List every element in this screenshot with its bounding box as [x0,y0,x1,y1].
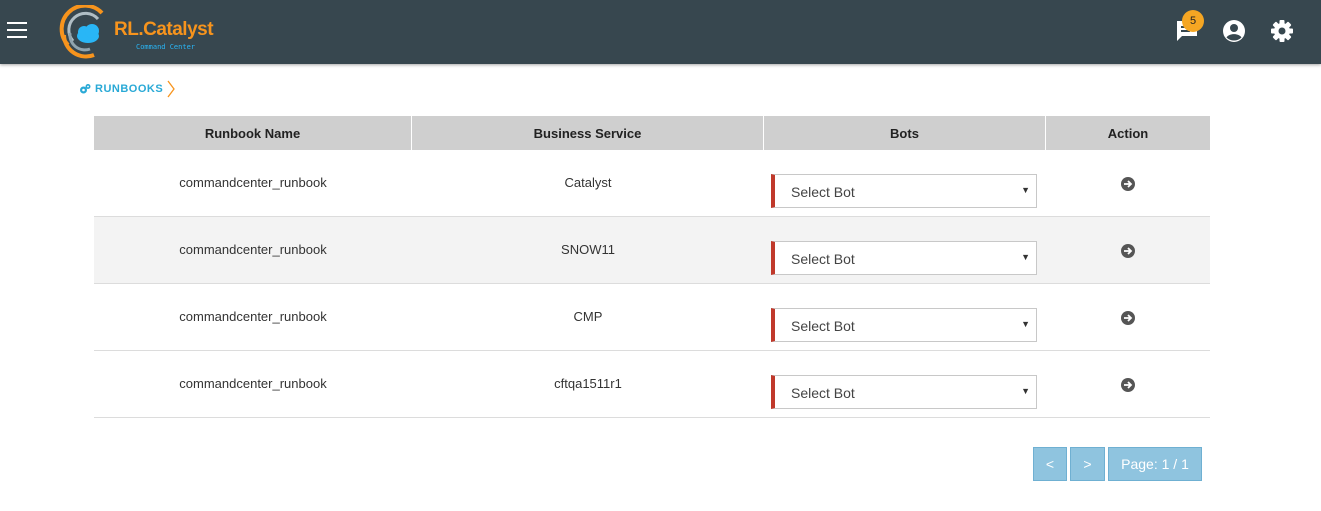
select-bot-dropdown[interactable]: Select Bot ▼ [771,375,1037,409]
logo[interactable]: RL.Catalyst Command Center [58,3,214,59]
runbook-name-cell: commandcenter_runbook [179,376,327,391]
chevron-right-icon [167,80,175,98]
dropdown-caret-icon: ▼ [1021,319,1030,329]
runbook-name-cell: commandcenter_runbook [179,309,327,324]
arrow-right-circle-icon[interactable] [1120,310,1136,326]
column-header-business-service: Business Service [412,116,764,150]
business-service-cell: SNOW11 [561,242,615,257]
runbooks-table: Runbook Name Business Service Bots Actio… [94,116,1210,418]
table-row: commandcenter_runbook SNOW11 Select Bot … [94,217,1210,284]
page-indicator: Page: 1 / 1 [1108,447,1202,481]
logo-brand-text: RL.Catalyst [114,19,214,40]
breadcrumb: RUNBOOKS [79,80,175,98]
prev-page-button[interactable]: < [1033,447,1067,481]
column-header-bots: Bots [764,116,1046,150]
top-app-bar: RL.Catalyst Command Center 5 [0,0,1321,64]
cogs-icon [80,84,91,94]
column-header-action: Action [1107,125,1149,141]
notification-count-badge[interactable]: 5 [1182,10,1204,32]
arrow-right-circle-icon[interactable] [1120,243,1136,259]
account-circle-icon[interactable] [1221,18,1247,44]
logo-tagline: Command Center [136,43,196,51]
table-row: commandcenter_runbook CMP Select Bot ▼ [94,284,1210,351]
table-header: Runbook Name Business Service Bots Actio… [94,116,1210,150]
business-service-cell: cftqa1511r1 [554,376,622,391]
arrow-right-circle-icon[interactable] [1120,176,1136,192]
column-header-runbook-name: Runbook Name [94,116,412,150]
table-row: commandcenter_runbook cftqa1511r1 Select… [94,351,1210,418]
business-service-cell: CMP [573,309,603,324]
runbook-name-cell: commandcenter_runbook [179,242,327,257]
arrow-right-circle-icon[interactable] [1120,377,1136,393]
next-page-button[interactable]: > [1070,447,1105,481]
dropdown-caret-icon: ▼ [1021,185,1030,195]
breadcrumb-runbooks-link[interactable]: RUNBOOKS [95,83,163,95]
logo-mark-icon [59,3,104,59]
dropdown-caret-icon: ▼ [1021,252,1030,262]
select-bot-dropdown[interactable]: Select Bot ▼ [771,174,1037,208]
dropdown-caret-icon: ▼ [1021,386,1030,396]
runbook-name-cell: commandcenter_runbook [179,175,327,190]
hamburger-menu-icon[interactable] [7,22,27,38]
table-row: commandcenter_runbook Catalyst Select Bo… [94,150,1210,217]
business-service-cell: Catalyst [564,175,612,190]
gear-icon[interactable] [1269,18,1295,44]
select-bot-dropdown[interactable]: Select Bot ▼ [771,308,1037,342]
select-bot-dropdown[interactable]: Select Bot ▼ [771,241,1037,275]
